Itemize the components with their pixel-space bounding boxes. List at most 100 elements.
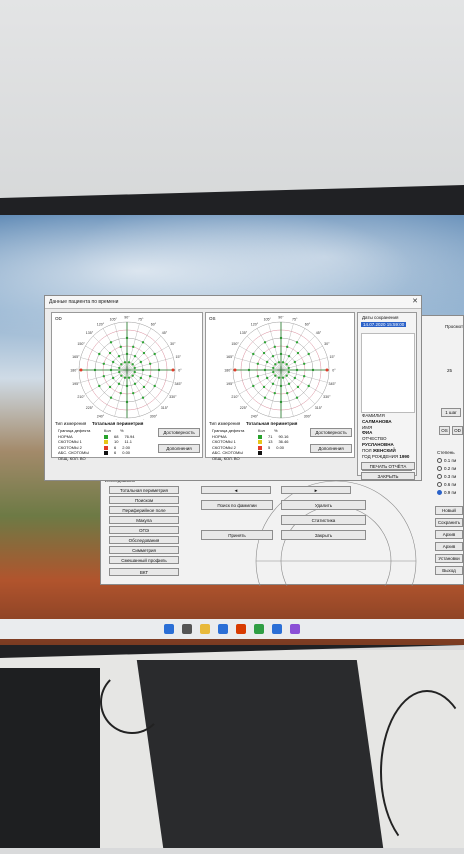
chart-spoke bbox=[127, 370, 169, 394]
menu-item[interactable]: Макула bbox=[109, 516, 179, 524]
reliability-button[interactable]: Достоверность bbox=[158, 428, 200, 437]
menu-item[interactable]: Поиском bbox=[109, 496, 179, 504]
chart-test-point bbox=[294, 377, 296, 379]
chart-degree-label: 60° bbox=[151, 323, 157, 327]
chart-test-point bbox=[252, 385, 254, 387]
chart-spoke bbox=[103, 370, 127, 412]
chart-spoke bbox=[85, 370, 127, 394]
step-option[interactable]: 0.2 гм bbox=[437, 466, 456, 471]
menu-item[interactable]: Симметрия bbox=[109, 546, 179, 554]
save-button[interactable]: Сохранить bbox=[435, 518, 463, 527]
step-option[interactable]: 0.3 гм bbox=[437, 474, 456, 479]
menu-item[interactable]: ОПЭ bbox=[109, 526, 179, 534]
date-list-item[interactable]: 14.07.2020 15:59:00 bbox=[361, 322, 406, 327]
taskbar-app-icon[interactable] bbox=[182, 624, 192, 634]
measurement-mode: Тотальная периметрия bbox=[246, 421, 297, 426]
menu-item[interactable]: ВКТ bbox=[109, 568, 179, 576]
taskbar-app-icon[interactable] bbox=[164, 624, 174, 634]
statistics-button[interactable]: Статистика bbox=[281, 515, 366, 525]
chart-test-point bbox=[294, 361, 296, 363]
chart-degree-label: 345° bbox=[174, 382, 182, 386]
chart-degree-label: 315° bbox=[161, 406, 169, 410]
chart-test-point bbox=[131, 374, 133, 376]
menu-item[interactable]: Тотальная периметрия bbox=[109, 486, 179, 494]
od-button[interactable]: OD bbox=[452, 426, 463, 435]
chart-spoke bbox=[281, 346, 323, 370]
chart-test-point bbox=[282, 377, 284, 379]
chart-degree-label: 300° bbox=[150, 414, 158, 418]
delete-button[interactable]: Удалить bbox=[281, 500, 366, 510]
dates-list[interactable] bbox=[361, 333, 415, 413]
settings-button[interactable]: Установки bbox=[435, 554, 463, 563]
taskbar-app-icon[interactable] bbox=[200, 624, 210, 634]
menu-item[interactable]: Периферийное поле bbox=[109, 506, 179, 514]
od-label: OD bbox=[55, 316, 62, 321]
chart-degree-label: 240° bbox=[97, 414, 105, 418]
birth-label: ГОД РОЖДЕНИЯ bbox=[362, 454, 398, 459]
nav-next-button[interactable]: ► bbox=[281, 486, 351, 494]
chart-test-point bbox=[274, 392, 276, 394]
sex-label: ПОЛ bbox=[362, 448, 372, 453]
step-option[interactable]: 0.9 гм bbox=[437, 490, 456, 495]
chart-test-point bbox=[124, 377, 126, 379]
chart-spoke bbox=[103, 328, 127, 370]
chart-spoke bbox=[85, 346, 127, 370]
additions-button[interactable]: Дополнения bbox=[310, 444, 352, 453]
chart-degree-label: 150° bbox=[77, 342, 85, 346]
chart-test-point bbox=[132, 346, 134, 348]
menu-item[interactable]: Смешанный профиль bbox=[109, 556, 179, 564]
step-option[interactable]: 0.1 гм bbox=[437, 458, 456, 463]
chart-test-point bbox=[285, 363, 287, 365]
taskbar-app-icon[interactable] bbox=[272, 624, 282, 634]
additions-button[interactable]: Дополнения bbox=[158, 444, 200, 453]
dates-header: Даты сохранения bbox=[362, 315, 398, 320]
os-button[interactable]: OS bbox=[439, 426, 450, 435]
step-option[interactable]: 0.6 гм bbox=[437, 482, 456, 487]
chart-test-point bbox=[285, 374, 287, 376]
archive-button[interactable]: Архив bbox=[435, 530, 463, 539]
od-defect-table: Граница дефектаКол% НОРМА6876.94 СКОТОМЫ… bbox=[58, 428, 134, 461]
chart-degree-label: 90° bbox=[278, 316, 284, 320]
measurement-type-label: Тип измерения bbox=[55, 421, 86, 426]
chart-test-point bbox=[282, 361, 284, 363]
chart-test-point bbox=[274, 346, 276, 348]
chart-test-point bbox=[308, 385, 310, 387]
chart-degree-label: 75° bbox=[292, 317, 298, 321]
chart-degree-label: 0° bbox=[332, 369, 336, 373]
chart-defect-point bbox=[326, 369, 329, 372]
chart-defect-point bbox=[234, 369, 237, 372]
reliability-button[interactable]: Достоверность bbox=[310, 428, 352, 437]
accept-button[interactable]: Принять bbox=[201, 530, 273, 540]
chart-test-point bbox=[134, 367, 136, 369]
taskbar-app-icon[interactable] bbox=[236, 624, 246, 634]
chart-spoke bbox=[239, 370, 281, 394]
close-button[interactable]: Закрыть bbox=[281, 530, 366, 540]
nav-prev-button[interactable]: ◄ bbox=[201, 486, 271, 494]
chart-test-point bbox=[103, 363, 105, 365]
step-button[interactable]: 1 шаг bbox=[441, 408, 461, 417]
archive-button-2[interactable]: Архив bbox=[435, 542, 463, 551]
close-dialog-button[interactable]: ЗАКРЫТЬ bbox=[361, 472, 415, 480]
print-report-button[interactable]: ПЕЧАТЬ ОТЧЁТА bbox=[361, 462, 415, 470]
menu-item[interactable]: Обследования bbox=[109, 536, 179, 544]
chart-test-point bbox=[272, 371, 274, 373]
chart-degree-label: 135° bbox=[240, 331, 248, 335]
measurement-type-label: Тип измерения bbox=[209, 421, 240, 426]
chart-test-point bbox=[252, 353, 254, 355]
search-by-surname-button[interactable]: Поиск по фамилии bbox=[201, 500, 273, 510]
exit-button[interactable]: Выход bbox=[435, 566, 463, 575]
chart-degree-label: 105° bbox=[110, 317, 118, 321]
chart-test-point bbox=[297, 352, 299, 354]
chart-test-point bbox=[131, 363, 133, 365]
chart-test-point bbox=[272, 355, 274, 357]
close-icon[interactable]: ✕ bbox=[412, 296, 418, 308]
taskbar-app-icon[interactable] bbox=[254, 624, 264, 634]
chart-degree-label: 195° bbox=[226, 382, 234, 386]
taskbar-app-icon[interactable] bbox=[290, 624, 300, 634]
chart-degree-label: 75° bbox=[138, 317, 144, 321]
taskbar-app-icon[interactable] bbox=[218, 624, 228, 634]
new-button[interactable]: Новый bbox=[435, 506, 463, 515]
chart-degree-label: 210° bbox=[231, 395, 239, 399]
chart-test-point bbox=[134, 355, 136, 357]
chart-degree-label: 30° bbox=[170, 342, 176, 346]
